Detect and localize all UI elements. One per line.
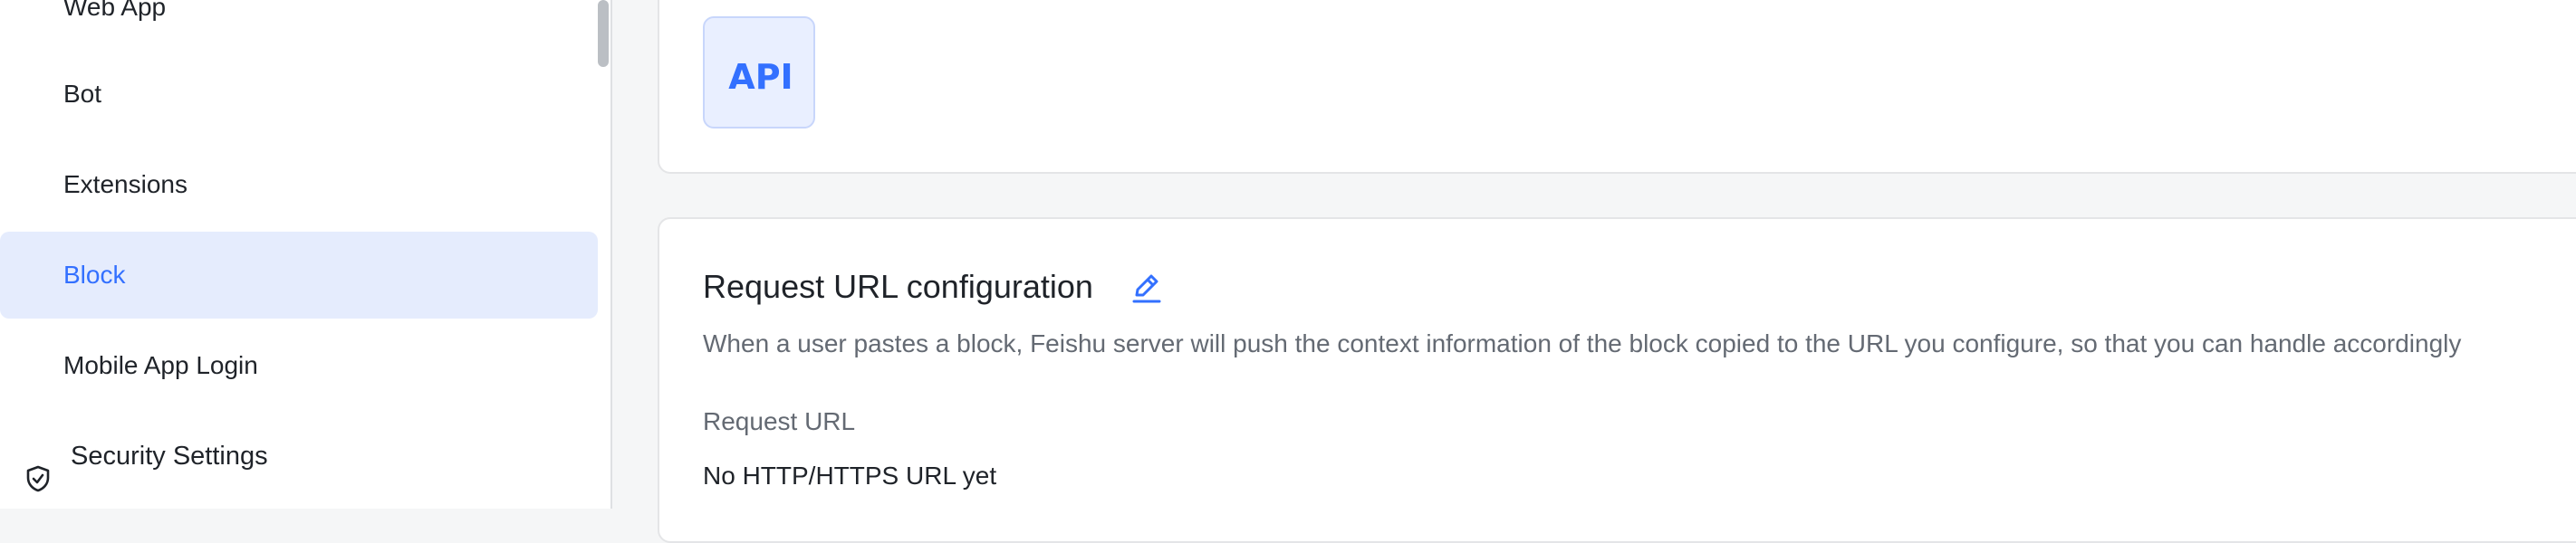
sidebar-item-bot[interactable]: Bot: [0, 51, 598, 138]
sidebar-section-security-settings[interactable]: Security Settings: [0, 413, 598, 500]
sidebar-item-extensions[interactable]: Extensions: [0, 141, 598, 228]
request-url-value: No HTTP/HTTPS URL yet: [703, 462, 997, 490]
sidebar-item-block[interactable]: Block: [0, 232, 598, 319]
sidebar-section-label: Security Settings: [71, 442, 268, 471]
request-url-label: Request URL: [703, 407, 856, 435]
api-logo-glyph: API: [728, 58, 793, 94]
app-logo-card: API: [658, 0, 2576, 174]
sidebar-item-mobile-app-login[interactable]: Mobile App Login: [0, 322, 598, 409]
svg-text:API: API: [728, 58, 793, 94]
section-description: When a user pastes a block, Feishu serve…: [703, 329, 2462, 357]
section-title: Request URL configuration: [703, 268, 1093, 305]
sidebar: Web App Bot Extensions Block Mobile App …: [0, 0, 612, 509]
sidebar-item-web-app[interactable]: Web App: [0, 0, 598, 51]
shield-check-icon: [24, 442, 53, 492]
sidebar-scrollbar[interactable]: [598, 0, 609, 67]
request-url-card: Request URL configuration When a user pa…: [658, 217, 2576, 543]
api-logo: API: [703, 16, 815, 129]
pencil-icon[interactable]: [1129, 270, 1165, 306]
